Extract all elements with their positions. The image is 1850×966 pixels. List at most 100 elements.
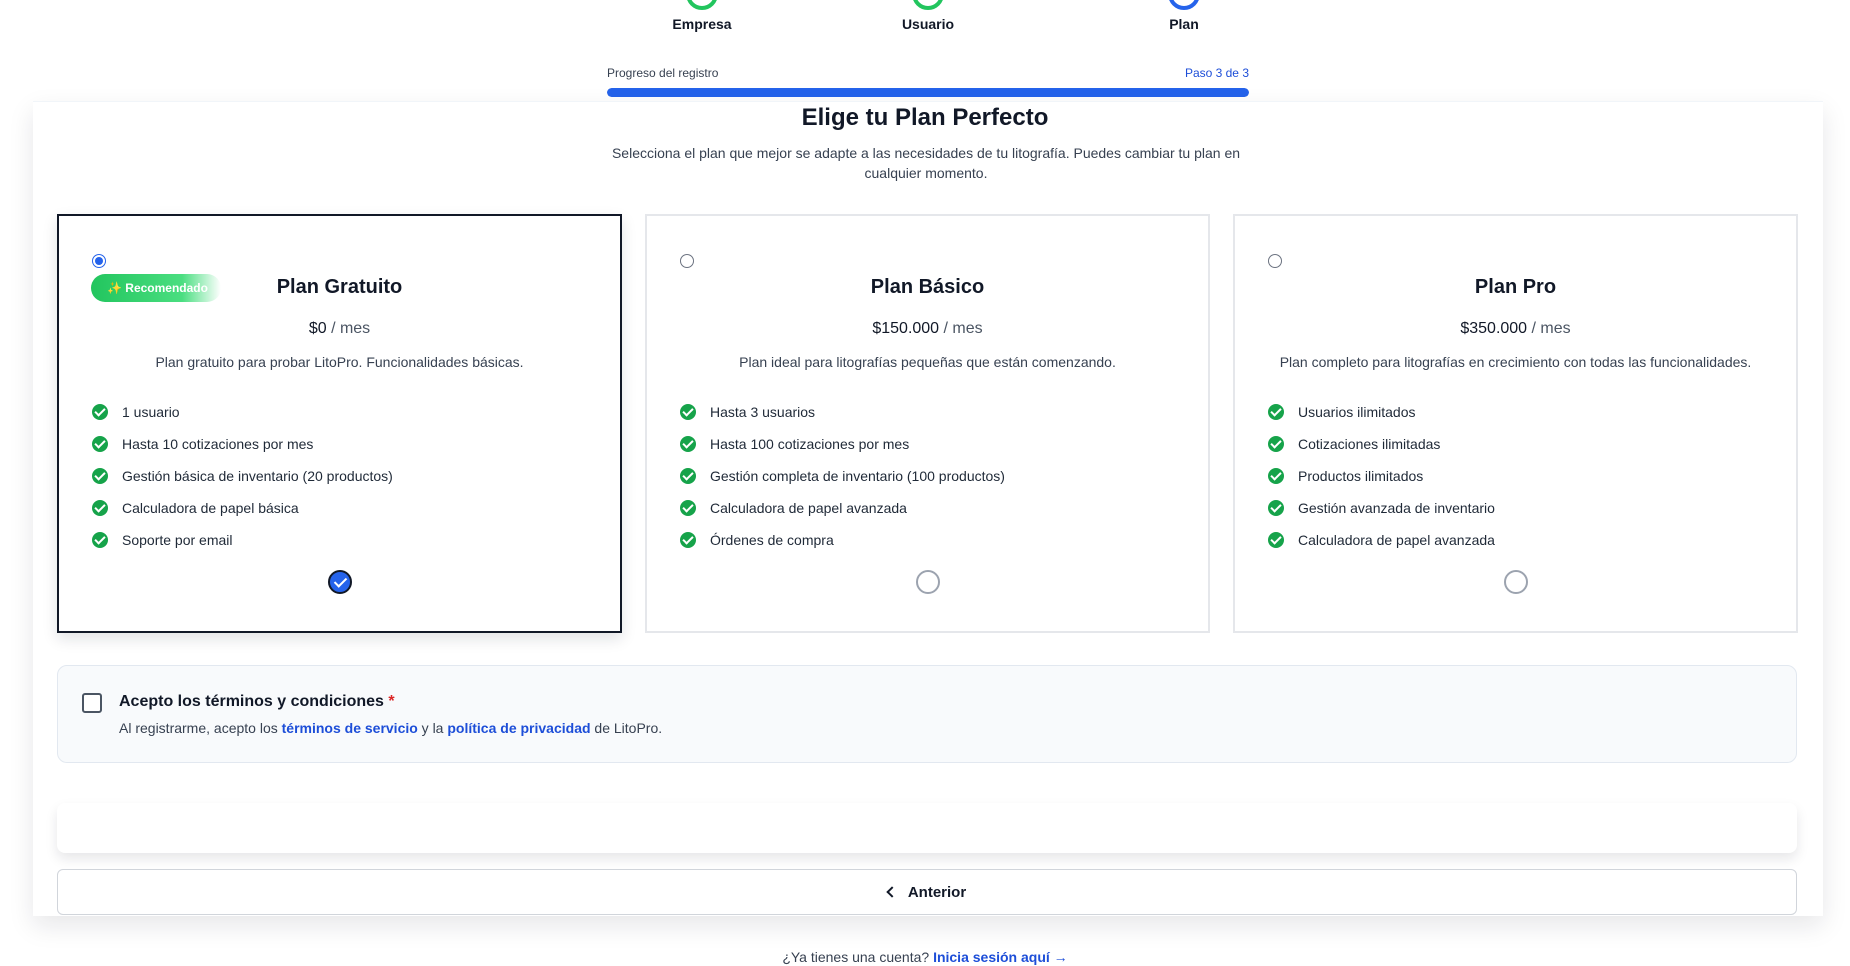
step-current-icon	[1164, 0, 1204, 14]
plan-select-indicator[interactable]	[1503, 570, 1528, 594]
previous-button[interactable]: Anterior	[57, 869, 1797, 915]
check-circle-icon	[680, 436, 696, 452]
plan-name: Plan Pro	[1474, 276, 1557, 298]
feature-item: Soporte por email	[92, 524, 393, 556]
plan-price: $350.000 / mes	[1235, 320, 1796, 338]
feature-text: Gestión avanzada de inventario	[1298, 500, 1495, 516]
feature-item: Gestión avanzada de inventario	[1268, 492, 1495, 524]
terms-text-after: de LitoPro.	[590, 720, 663, 736]
required-mark: *	[388, 693, 395, 710]
feature-text: Cotizaciones ilimitadas	[1298, 436, 1441, 452]
feature-item: Productos ilimitados	[1268, 460, 1495, 492]
check-circle-icon	[680, 404, 696, 420]
price-amount: $150.000	[872, 320, 940, 337]
check-circle-icon	[1268, 436, 1284, 452]
progress-bar	[607, 88, 1249, 97]
feature-text: Calculadora de papel avanzada	[1298, 532, 1495, 548]
check-circle-icon	[1268, 404, 1284, 420]
terms-section: Acepto los términos y condiciones * Al r…	[57, 665, 1797, 763]
feature-text: Productos ilimitados	[1298, 468, 1424, 484]
feature-text: Calculadora de papel básica	[122, 500, 299, 516]
terms-title-text: Acepto los términos y condiciones	[119, 693, 384, 710]
previous-button-label: Anterior	[907, 883, 967, 901]
feature-item: Calculadora de papel básica	[92, 492, 393, 524]
feature-list: Usuarios ilimitados Cotizaciones ilimita…	[1268, 396, 1495, 556]
login-link[interactable]: Inicia sesión aquí →	[933, 949, 1068, 965]
feature-item: Calculadora de papel avanzada	[680, 492, 1005, 524]
plan-radio[interactable]	[92, 254, 106, 268]
plan-card-basico[interactable]: Plan Básico $150.000 / mes Plan ideal pa…	[645, 214, 1210, 633]
step-label: Usuario	[901, 16, 955, 32]
progress-title: Progreso del registro	[607, 66, 719, 80]
feature-item: Hasta 3 usuarios	[680, 396, 1005, 428]
feature-item: 1 usuario	[92, 396, 393, 428]
terms-text-before: Al registrarme, acepto los	[119, 720, 282, 736]
plan-card-gratuito[interactable]: ✨ Recomendado Plan Gratuito $0 / mes Pla…	[57, 214, 622, 633]
terms-title: Acepto los términos y condiciones *	[119, 693, 395, 711]
feature-text: 1 usuario	[122, 404, 180, 420]
registration-stepper: Empresa Usuario Plan	[0, 0, 1850, 40]
terms-checkbox[interactable]	[82, 693, 102, 713]
check-circle-icon	[680, 532, 696, 548]
feature-list: Hasta 3 usuarios Hasta 100 cotizaciones …	[680, 396, 1005, 556]
check-circle-icon	[92, 404, 108, 420]
plan-price: $150.000 / mes	[647, 320, 1208, 338]
privacy-policy-link[interactable]: política de privacidad	[447, 720, 590, 736]
feature-item: Gestión completa de inventario (100 prod…	[680, 460, 1005, 492]
check-circle-icon	[680, 500, 696, 516]
feature-item: Cotizaciones ilimitadas	[1268, 428, 1495, 460]
plan-name: Plan Básico	[870, 276, 985, 298]
feature-text: Usuarios ilimitados	[1298, 404, 1416, 420]
terms-of-service-link[interactable]: términos de servicio	[282, 720, 418, 736]
plan-select-indicator[interactable]	[327, 570, 352, 594]
terms-text: Al registrarme, acepto los términos de s…	[119, 720, 662, 736]
plan-description: Plan ideal para litografías pequeñas que…	[739, 354, 1116, 370]
price-period: / mes	[331, 320, 371, 337]
plan-radio[interactable]	[680, 254, 694, 268]
login-prompt-text: ¿Ya tienes una cuenta?	[782, 949, 934, 965]
feature-item: Usuarios ilimitados	[1268, 396, 1495, 428]
step-empresa: Empresa	[622, 0, 782, 32]
plan-price: $0 / mes	[59, 320, 620, 338]
feature-text: Órdenes de compra	[710, 532, 834, 548]
step-label: Plan	[1169, 16, 1199, 32]
feature-list: 1 usuario Hasta 10 cotizaciones por mes …	[92, 396, 393, 556]
login-prompt: ¿Ya tienes una cuenta? Inicia sesión aqu…	[0, 949, 1850, 965]
terms-text-middle: y la	[417, 720, 448, 736]
feature-text: Hasta 3 usuarios	[710, 404, 816, 420]
feature-text: Gestión completa de inventario (100 prod…	[710, 468, 1005, 484]
feature-item: Hasta 10 cotizaciones por mes	[92, 428, 393, 460]
check-circle-icon	[92, 436, 108, 452]
step-plan: Plan	[1104, 0, 1264, 32]
check-circle-icon	[92, 468, 108, 484]
empty-panel	[57, 803, 1797, 853]
plan-radio[interactable]	[1268, 254, 1282, 268]
price-amount: $350.000	[1460, 320, 1528, 337]
plan-card-pro[interactable]: Plan Pro $350.000 / mes Plan completo pa…	[1233, 214, 1798, 633]
feature-item: Órdenes de compra	[680, 524, 1005, 556]
feature-text: Hasta 100 cotizaciones por mes	[710, 436, 910, 452]
price-amount: $0	[308, 320, 327, 337]
feature-item: Hasta 100 cotizaciones por mes	[680, 428, 1005, 460]
registration-progress: Progreso del registro Paso 3 de 3	[607, 66, 1249, 97]
plan-name: Plan Gratuito	[276, 276, 403, 298]
page-title: Elige tu Plan Perfecto	[801, 104, 1049, 131]
check-circle-icon	[680, 468, 696, 484]
feature-item: Gestión básica de inventario (20 product…	[92, 460, 393, 492]
progress-bar-fill	[607, 88, 1249, 97]
check-circle-icon	[92, 532, 108, 548]
page-subtitle: Selecciona el plan que mejor se adapte a…	[611, 145, 1241, 181]
feature-text: Soporte por email	[122, 532, 233, 548]
check-circle-icon	[1268, 532, 1284, 548]
feature-text: Calculadora de papel avanzada	[710, 500, 907, 516]
check-circle-icon	[1268, 500, 1284, 516]
step-complete-icon	[682, 0, 722, 14]
progress-step-text: Paso 3 de 3	[1184, 66, 1249, 80]
plan-description: Plan completo para litografías en crecim…	[1279, 354, 1752, 370]
step-usuario: Usuario	[848, 0, 1008, 32]
plan-select-indicator[interactable]	[915, 570, 940, 594]
check-circle-icon	[92, 500, 108, 516]
feature-text: Hasta 10 cotizaciones por mes	[122, 436, 314, 452]
price-period: / mes	[1531, 320, 1571, 337]
feature-item: Calculadora de papel avanzada	[1268, 524, 1495, 556]
